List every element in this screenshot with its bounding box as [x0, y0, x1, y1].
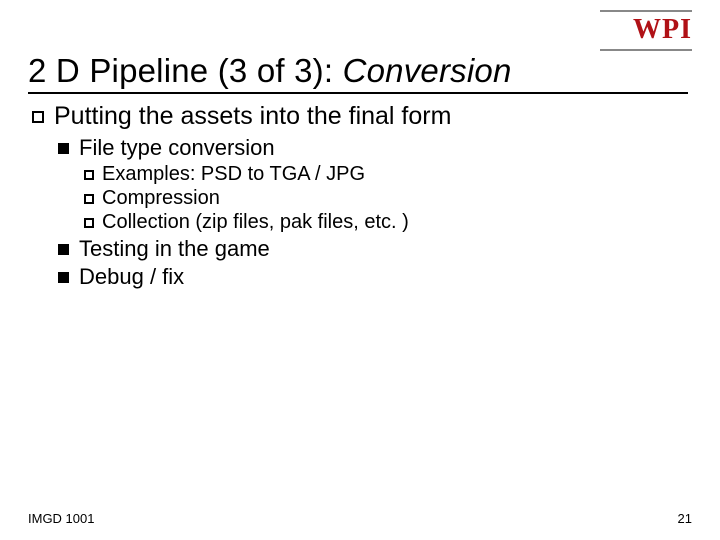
bullet-text: Putting the assets into the final form — [54, 102, 451, 131]
bullet-l3: Compression — [84, 187, 692, 210]
bullet-text: Debug / fix — [79, 264, 184, 290]
bullet-l2: Testing in the game — [58, 236, 692, 262]
bullet-text: File type conversion — [79, 135, 275, 161]
square-open-icon — [32, 111, 44, 123]
bullet-text: Collection (zip files, pak files, etc. ) — [102, 211, 409, 234]
wpi-logo: WPI — [633, 14, 692, 46]
bullet-text: Compression — [102, 187, 220, 210]
slide-title: 2 D Pipeline (3 of 3): Conversion — [28, 52, 692, 90]
title-emphasis: Conversion — [343, 52, 512, 89]
footer-page-number: 21 — [678, 511, 692, 526]
bullet-l1: Putting the assets into the final form — [32, 102, 692, 131]
logo-rule-bottom — [600, 49, 692, 51]
title-underline — [28, 92, 688, 94]
footer-left: IMGD 1001 — [28, 511, 94, 526]
bullet-l2: File type conversion — [58, 135, 692, 161]
square-open-icon — [84, 194, 94, 204]
bullet-text: Testing in the game — [79, 236, 270, 262]
bullet-l2: Debug / fix — [58, 264, 692, 290]
bullet-l3: Collection (zip files, pak files, etc. ) — [84, 211, 692, 234]
square-fill-icon — [58, 143, 69, 154]
content: Putting the assets into the final form F… — [28, 102, 692, 290]
square-open-icon — [84, 218, 94, 228]
square-open-icon — [84, 170, 94, 180]
title-prefix: 2 D Pipeline (3 of 3): — [28, 52, 343, 89]
bullet-l3: Examples: PSD to TGA / JPG — [84, 163, 692, 186]
slide: WPI 2 D Pipeline (3 of 3): Conversion Pu… — [0, 0, 720, 540]
square-fill-icon — [58, 244, 69, 255]
logo-rule-top — [600, 10, 692, 12]
bullet-text: Examples: PSD to TGA / JPG — [102, 163, 365, 186]
square-fill-icon — [58, 272, 69, 283]
